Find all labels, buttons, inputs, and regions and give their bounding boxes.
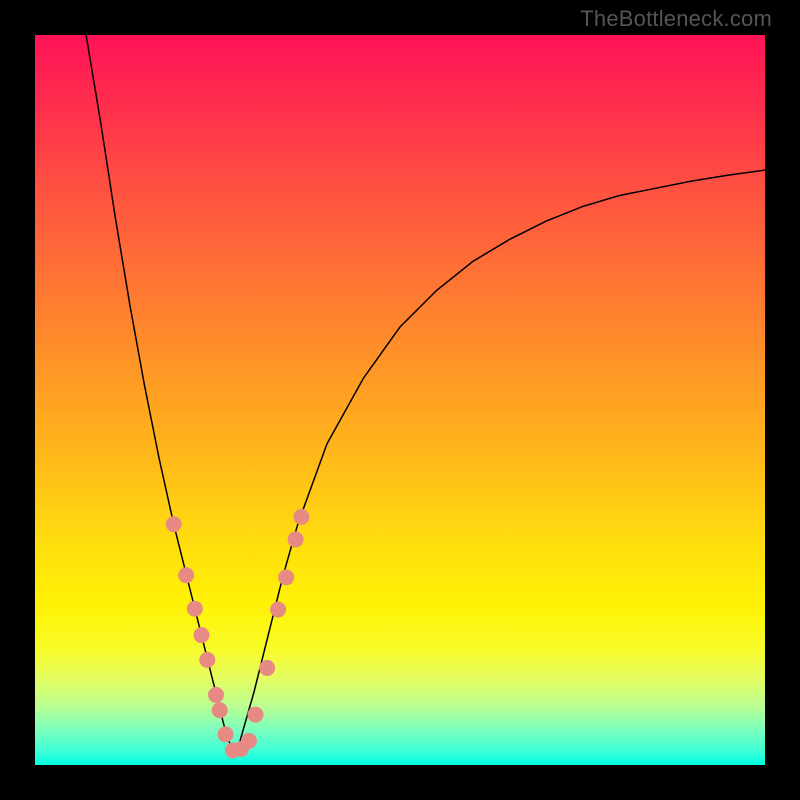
curve-left-branch xyxy=(86,35,232,750)
marker-point xyxy=(247,707,263,723)
marker-point xyxy=(208,687,224,703)
markers-group xyxy=(166,509,310,759)
marker-point xyxy=(270,602,286,618)
plot-area xyxy=(35,35,765,765)
marker-point xyxy=(241,733,257,749)
marker-point xyxy=(166,516,182,532)
marker-point xyxy=(293,509,309,525)
marker-point xyxy=(178,567,194,583)
marker-point xyxy=(199,652,215,668)
marker-point xyxy=(193,627,209,643)
marker-point xyxy=(278,569,294,585)
marker-point xyxy=(259,660,275,676)
marker-point xyxy=(218,726,234,742)
marker-point xyxy=(288,531,304,547)
chart-svg xyxy=(35,35,765,765)
chart-frame: TheBottleneck.com xyxy=(0,0,800,800)
marker-point xyxy=(187,601,203,617)
watermark-text: TheBottleneck.com xyxy=(580,6,772,32)
curve-right-branch xyxy=(232,170,765,750)
marker-point xyxy=(212,702,228,718)
